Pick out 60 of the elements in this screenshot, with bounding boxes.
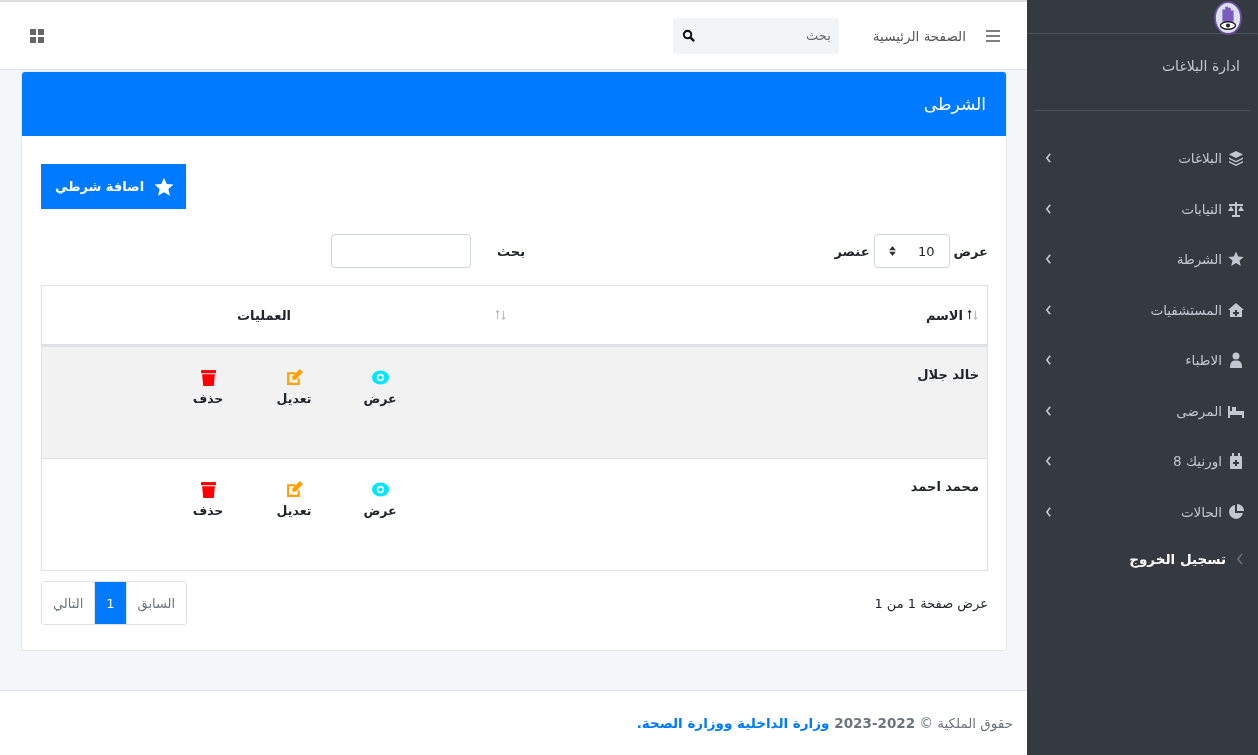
action-link[interactable]: عرض (360, 369, 400, 406)
sort-icon (888, 246, 896, 256)
trash-icon (199, 481, 217, 498)
entries-label: عنصر (834, 243, 870, 259)
calendar-icon (1228, 453, 1244, 470)
show-label: عرض (953, 243, 988, 259)
page-info: عرض صفحة 1 من 1 (874, 595, 988, 611)
chevron-icon (1045, 304, 1052, 315)
search-label: بحث (497, 243, 525, 259)
sidebar-item[interactable]: المستشفيات (1027, 284, 1258, 335)
action-link[interactable]: حذف (188, 369, 228, 406)
grid-icon[interactable] (30, 28, 44, 43)
sidebar-item[interactable]: الحالات (1027, 486, 1258, 537)
logo-icon (1214, 1, 1242, 35)
chevron-icon (1045, 405, 1052, 416)
edit-icon (285, 369, 303, 386)
action-link[interactable]: تعديل (274, 481, 314, 518)
logout-link[interactable]: تسجيل الخروج (1129, 537, 1244, 581)
chevron-icon (1236, 553, 1244, 565)
table-search-field[interactable] (331, 234, 471, 268)
search-field[interactable]: بحث (672, 17, 839, 54)
layers-icon (1228, 150, 1244, 167)
footer-link[interactable]: وزارة الداخلية ووزارة الصحة. (636, 715, 830, 731)
eye-icon (371, 481, 389, 498)
sidebar-item[interactable]: النيابات (1027, 183, 1258, 234)
trash-icon (199, 369, 217, 386)
pie-chart-icon (1228, 503, 1244, 520)
star-icon (154, 176, 175, 197)
edit-icon (285, 481, 303, 498)
house-icon (1228, 301, 1244, 318)
home-link[interactable]: الصفحة الرئيسية (872, 27, 966, 44)
page-size-select[interactable]: 10 (873, 234, 950, 268)
sidebar-item[interactable]: اورنيك 8 (1027, 436, 1258, 487)
action-link[interactable]: حذف (188, 481, 228, 518)
column-header[interactable]: العمليات (42, 286, 513, 344)
chevron-icon (1045, 355, 1052, 366)
chevron-icon (1045, 456, 1052, 467)
chevron-icon (1045, 506, 1052, 517)
sidebar-item[interactable]: المرضى (1027, 385, 1258, 436)
action-link[interactable]: عرض (360, 481, 400, 518)
brand-title: ادارة البلاغات (1160, 57, 1241, 77)
card-header: الشرطى (22, 72, 1006, 136)
page-button[interactable]: 1 (95, 582, 127, 624)
sidebar-item[interactable]: البلاغات (1027, 133, 1258, 184)
menu-icon[interactable] (986, 29, 1000, 42)
star-icon (1228, 251, 1244, 268)
sidebar-item[interactable]: الشرطة (1027, 234, 1258, 285)
doctor-icon (1228, 352, 1244, 369)
chevron-icon (1045, 254, 1052, 265)
column-header[interactable]: الاسم (513, 286, 987, 344)
action-link[interactable]: تعديل (274, 369, 314, 406)
chevron-icon (1045, 203, 1052, 214)
table-cell: محمد احمد (910, 479, 979, 494)
chevron-icon (1045, 153, 1052, 164)
eye-icon (371, 369, 389, 386)
search-icon[interactable] (681, 28, 695, 42)
table-cell: خالد جلال (917, 367, 979, 382)
sidebar-item[interactable]: الاطباء (1027, 335, 1258, 386)
scale-icon (1228, 200, 1244, 217)
add-button[interactable]: اضافة شرطي (41, 164, 187, 209)
